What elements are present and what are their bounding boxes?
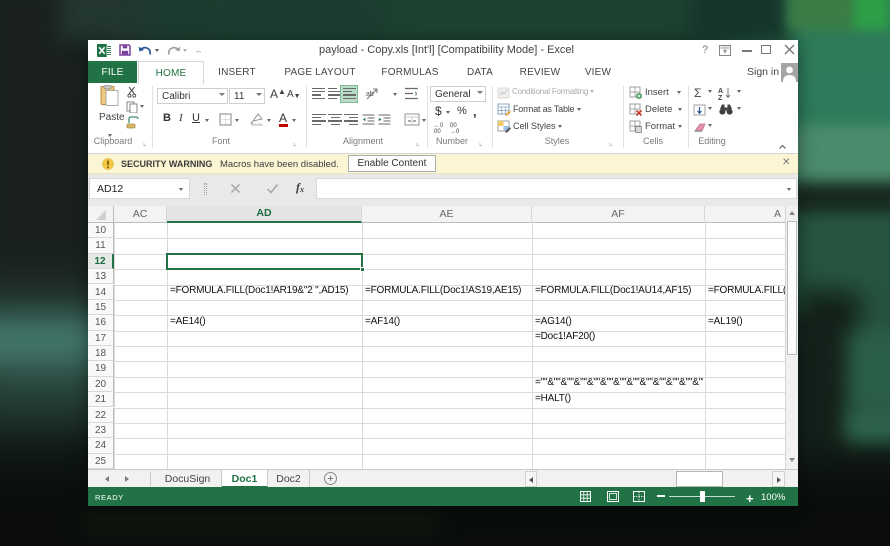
svg-text:→0: →0 xyxy=(450,129,460,133)
svg-text:A: A xyxy=(718,88,723,95)
svg-text:Z: Z xyxy=(718,95,723,100)
svg-text:ab: ab xyxy=(366,91,374,98)
svg-text:00: 00 xyxy=(434,129,441,133)
